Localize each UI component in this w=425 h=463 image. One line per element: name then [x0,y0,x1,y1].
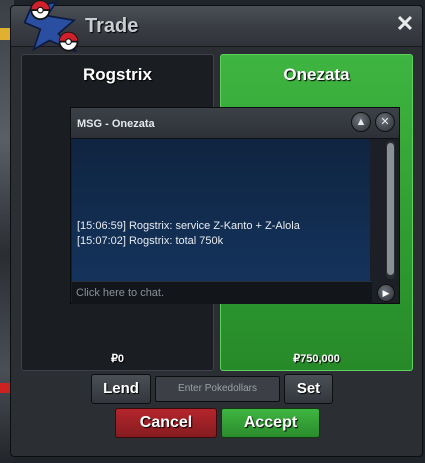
chat-scrollbar[interactable] [386,141,395,279]
window-title: Trade [85,15,139,37]
chat-title-bar[interactable]: MSG - Onezata ▲ ✕ [71,108,399,139]
chat-title: MSG - Onezata [77,118,155,130]
send-arrow-icon[interactable]: ▶ [377,284,395,302]
chat-log: [15:06:59] Rogstrix: service Z-Kanto + Z… [72,139,370,281]
pokedollar-input[interactable]: Enter Pokedollars [155,376,280,402]
chat-input[interactable]: Click here to chat. [72,281,372,304]
chat-message: [15:06:59] Rogstrix: service Z-Kanto + Z… [77,220,300,232]
background-hud-fragment [0,383,10,393]
accept-button[interactable]: Accept [221,408,320,438]
player-money-left: ₽0 [110,353,125,365]
collapse-icon[interactable]: ▲ [351,112,371,132]
player-name-right: Onezata [283,65,350,84]
lend-button[interactable]: Lend [91,374,151,404]
player-name-left: Rogstrix [83,65,152,84]
chat-message: [15:07:02] Rogstrix: total 750k [77,235,224,247]
close-icon[interactable]: ✕ [394,13,416,35]
chat-scrollbar-thumb[interactable] [387,143,394,275]
trade-logo-icon [23,0,79,53]
trade-window: Trade ✕ Rogstrix ₽0 Onezata ₽750,000 MSG… [10,5,423,457]
close-chat-icon[interactable]: ✕ [375,112,395,132]
cancel-button[interactable]: Cancel [115,408,217,438]
set-button[interactable]: Set [284,374,333,404]
chat-input-placeholder: Click here to chat. [76,287,165,299]
chat-window: MSG - Onezata ▲ ✕ [15:06:59] Rogstrix: s… [70,107,400,304]
player-money-right: ₽750,000 [293,353,340,365]
